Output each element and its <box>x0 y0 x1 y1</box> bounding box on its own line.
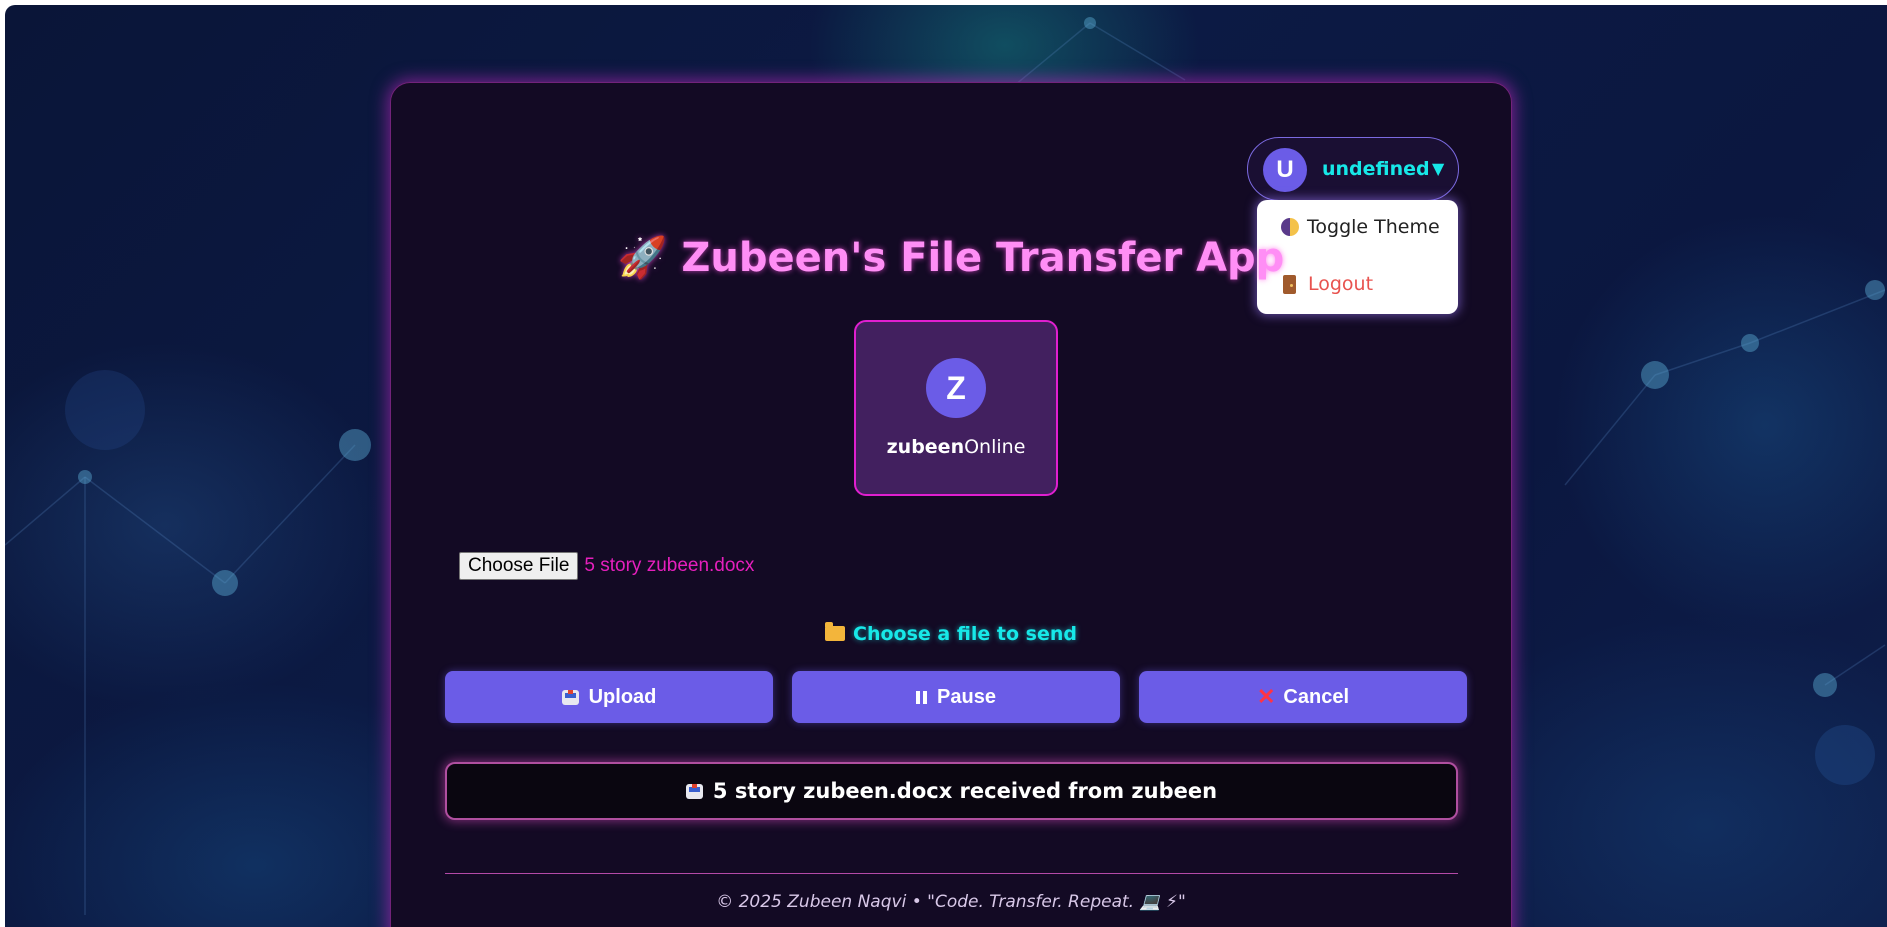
peer-user-card[interactable]: Z zubeenOnline <box>854 320 1058 496</box>
folder-icon <box>825 622 845 641</box>
chevron-down-icon: ▼ <box>1432 159 1445 178</box>
peer-name: zubeen <box>886 436 965 458</box>
page-background: U undefined ▼ Toggle Theme Logout 🚀 Zube… <box>5 5 1887 927</box>
status-message-text: Choose a file to send <box>853 623 1077 645</box>
peer-avatar: Z <box>926 358 986 418</box>
main-card: U undefined ▼ Toggle Theme Logout 🚀 Zube… <box>390 82 1512 927</box>
cross-mark-icon: ✕ <box>1256 684 1276 709</box>
received-message-text: 5 story zubeen.docx received from zubeen <box>712 779 1218 803</box>
upload-label: Upload <box>588 685 657 708</box>
inbox-tray-icon <box>685 783 703 799</box>
peer-label: zubeenOnline <box>856 436 1056 458</box>
page-title-text: 🚀 Zubeen's File Transfer App <box>617 235 1285 281</box>
footer-divider <box>445 873 1458 874</box>
choose-file-button[interactable]: Choose File <box>459 552 579 580</box>
outbox-tray-icon <box>561 689 579 705</box>
selected-file-name: 5 story zubeen.docx <box>584 555 755 576</box>
status-message: Choose a file to send <box>390 622 1512 645</box>
account-menu-button[interactable]: U undefined ▼ <box>1247 137 1459 201</box>
peer-status: Online <box>964 436 1026 458</box>
account-avatar: U <box>1263 148 1307 192</box>
footer-text: © 2025 Zubeen Naqvi • "Code. Transfer. R… <box>716 892 1186 912</box>
pause-label: Pause <box>937 685 996 708</box>
account-username: undefined <box>1322 158 1430 180</box>
cancel-label: Cancel <box>1283 685 1350 708</box>
page-title: 🚀 Zubeen's File Transfer App <box>390 234 1512 281</box>
received-notification: 5 story zubeen.docx received from zubeen <box>445 762 1458 820</box>
pause-icon <box>916 690 928 704</box>
pause-button[interactable]: Pause <box>792 671 1120 723</box>
file-input-row: Choose File 5 story zubeen.docx <box>459 552 754 580</box>
upload-button[interactable]: Upload <box>445 671 773 723</box>
cancel-button[interactable]: ✕ Cancel <box>1139 671 1467 723</box>
